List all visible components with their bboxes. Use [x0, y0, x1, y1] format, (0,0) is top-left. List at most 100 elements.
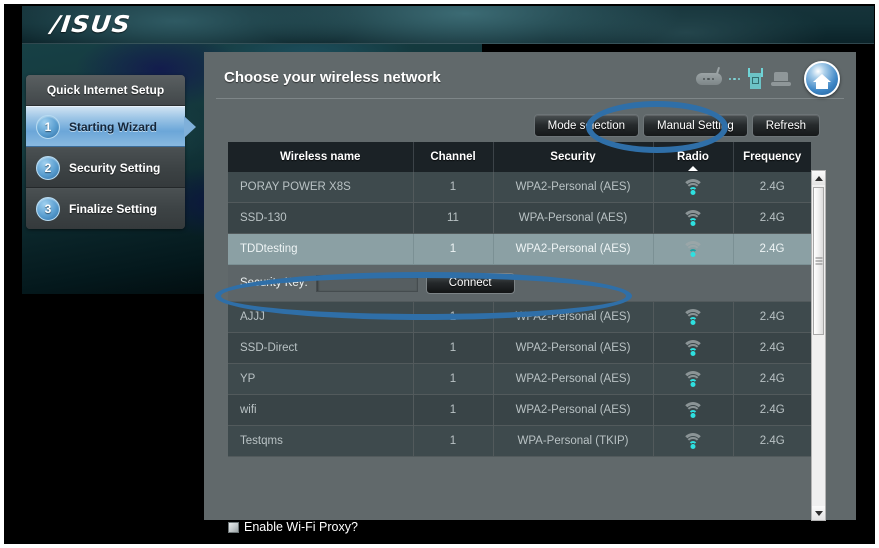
wifi-signal-icon [682, 210, 704, 226]
wifi-signal-icon [682, 309, 704, 325]
column-header-channel[interactable]: Channel [413, 142, 494, 172]
manual-setting-button[interactable]: Manual Setting [643, 114, 748, 137]
cell-security: WPA-Personal (AES) [493, 202, 654, 234]
cell-security: WPA-Personal (TKIP) [493, 425, 654, 457]
scrollbar-grip-icon [815, 256, 822, 267]
cell-radio [653, 332, 734, 364]
cell-channel: 1 [413, 233, 494, 265]
step-number-badge: 3 [36, 197, 60, 221]
cell-channel: 1 [413, 332, 494, 364]
cell-radio [653, 394, 734, 426]
security-key-label: Security Key: [240, 277, 308, 289]
refresh-button[interactable]: Refresh [751, 114, 820, 137]
wifi-signal-icon [682, 179, 704, 195]
laptop-icon [771, 71, 791, 87]
table-row[interactable]: PORAY POWER X8S 1 WPA2-Personal (AES) 2.… [228, 172, 811, 203]
cell-wireless-name: SSD-Direct [228, 332, 414, 364]
cell-wireless-name: wifi [228, 394, 414, 426]
step-number-badge: 1 [36, 114, 60, 139]
cell-radio [653, 172, 734, 203]
enable-wifi-proxy-label: Enable Wi-Fi Proxy? [244, 520, 358, 534]
cell-channel: 1 [413, 363, 494, 395]
table-header-row: Wireless name Channel Security Radio Fre… [228, 142, 811, 172]
cell-channel: 1 [413, 394, 494, 426]
table-row[interactable]: Testqms 1 WPA-Personal (TKIP) 2.4G [228, 425, 811, 457]
step-number-badge: 2 [36, 155, 60, 180]
mode-selection-button[interactable]: Mode selection [533, 114, 639, 137]
sidebar-item-label: Security Setting [69, 160, 161, 175]
scrollbar-thumb[interactable] [813, 187, 824, 335]
cell-frequency: 2.4G [733, 233, 812, 265]
home-icon[interactable] [804, 61, 840, 97]
sidebar-title: Quick Internet Setup [26, 75, 185, 106]
wifi-signal-icon [682, 371, 704, 387]
wireless-network-table: Wireless name Channel Security Radio Fre… [228, 142, 812, 457]
sidebar-item-label: Starting Wizard [69, 119, 157, 134]
table-scrollbar[interactable] [811, 170, 826, 521]
cell-radio [653, 425, 734, 457]
cell-radio [653, 233, 734, 265]
page-title: Choose your wireless network [224, 69, 441, 86]
status-icon-group [695, 61, 840, 97]
cell-channel: 11 [413, 202, 494, 234]
top-banner: /ISUS [22, 6, 874, 44]
cell-frequency: 2.4G [733, 301, 811, 333]
sidebar-item-label: Finalize Setting [69, 202, 158, 216]
wifi-signal-icon [682, 340, 704, 356]
wireless-network-table-wrapper: Wireless name Channel Security Radio Fre… [228, 142, 812, 457]
cell-radio [653, 301, 734, 333]
cell-security: WPA2-Personal (AES) [493, 233, 654, 265]
table-row[interactable]: SSD-130 11 WPA-Personal (AES) 2.4G [228, 202, 811, 234]
enable-wifi-proxy-checkbox[interactable] [228, 521, 239, 533]
security-key-cell: Security Key: Connect [228, 264, 811, 302]
scroll-down-button[interactable] [812, 506, 825, 520]
asus-logo: /ISUS [49, 12, 133, 38]
table-row[interactable]: wifi 1 WPA2-Personal (AES) 2.4G [228, 394, 811, 426]
cell-frequency: 2.4G [733, 202, 811, 234]
cell-radio [653, 202, 734, 234]
cell-wireless-name: SSD-130 [228, 202, 414, 234]
table-row[interactable]: SSD-Direct 1 WPA2-Personal (AES) 2.4G [228, 332, 811, 364]
column-header-wireless-name[interactable]: Wireless name [228, 142, 414, 172]
table-row-selected[interactable]: TDDtesting 1 WPA2-Personal (AES) 2.4G [228, 233, 812, 265]
main-content-panel: Choose your wireless network Mode select… [204, 52, 856, 534]
cell-security: WPA2-Personal (AES) [493, 301, 654, 333]
asus-router-setup-screen: /ISUS Quick Internet Setup 1 Starting Wi… [0, 0, 879, 548]
cell-frequency: 2.4G [733, 425, 811, 457]
sidebar: Quick Internet Setup 1 Starting Wizard 2… [26, 75, 196, 229]
cell-security: WPA2-Personal (AES) [493, 363, 654, 395]
action-button-row: Mode selection Manual Setting Refresh [533, 114, 820, 137]
access-point-icon [747, 68, 764, 90]
cell-channel: 1 [413, 172, 494, 203]
security-key-input[interactable] [315, 274, 418, 292]
cell-frequency: 2.4G [733, 332, 811, 364]
wifi-signal-icon [682, 402, 704, 418]
table-row[interactable]: AJJJ 1 WPA2-Personal (AES) 2.4G [228, 301, 811, 333]
connection-dots-icon [728, 77, 740, 81]
column-header-frequency[interactable]: Frequency [733, 142, 811, 172]
cell-frequency: 2.4G [733, 363, 811, 395]
security-key-row: Security Key: Connect [228, 264, 811, 302]
cell-frequency: 2.4G [733, 394, 811, 426]
enable-wifi-proxy-row[interactable]: Enable Wi-Fi Proxy? [228, 520, 358, 534]
sidebar-item-starting-wizard[interactable]: 1 Starting Wizard [26, 106, 196, 147]
cell-wireless-name: TDDtesting [228, 233, 414, 265]
connect-button[interactable]: Connect [425, 272, 515, 294]
cell-wireless-name: Testqms [228, 425, 414, 457]
table-row[interactable]: YP 1 WPA2-Personal (AES) 2.4G [228, 363, 811, 395]
router-icon [695, 73, 722, 85]
cell-radio [653, 363, 734, 395]
column-header-radio-label: Radio [677, 151, 709, 163]
title-divider [216, 98, 844, 99]
column-header-radio[interactable]: Radio [653, 142, 734, 172]
sort-ascending-icon [688, 166, 698, 171]
cell-channel: 1 [413, 425, 494, 457]
sidebar-item-security-setting[interactable]: 2 Security Setting [26, 147, 185, 188]
cell-security: WPA2-Personal (AES) [493, 332, 654, 364]
cell-wireless-name: AJJJ [228, 301, 414, 333]
sidebar-item-finalize-setting[interactable]: 3 Finalize Setting [26, 188, 185, 229]
cell-wireless-name: YP [228, 363, 414, 395]
cell-frequency: 2.4G [733, 172, 811, 203]
column-header-security[interactable]: Security [493, 142, 654, 172]
scroll-up-button[interactable] [812, 171, 825, 185]
